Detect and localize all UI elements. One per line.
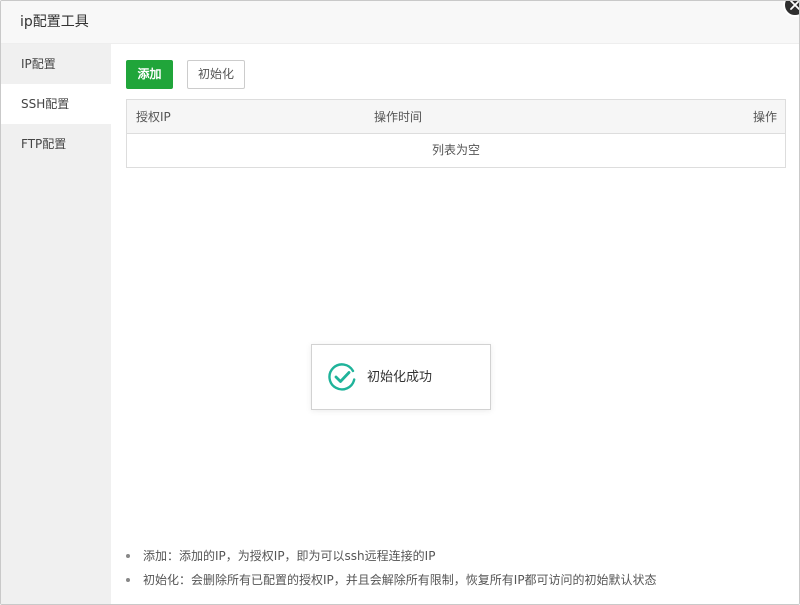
sidebar-item-ftp-config[interactable]: FTP配置 — [1, 124, 111, 164]
authorized-ip-table: 授权IP 操作时间 操作 列表为空 — [126, 99, 786, 168]
sidebar-item-ssh-config[interactable]: SSH配置 — [1, 84, 111, 124]
help-notes: 添加：添加的IP，为授权IP，即为可以ssh远程连接的IP 初始化：会删除所有已… — [126, 544, 786, 592]
success-toast: 初始化成功 — [311, 344, 491, 410]
note-item: 添加：添加的IP，为授权IP，即为可以ssh远程连接的IP — [126, 544, 786, 568]
table-empty-row: 列表为空 — [431, 143, 480, 157]
main-panel: 添加 初始化 授权IP 操作时间 操作 列表为空 初始化成功 添加：添加的IP，… — [111, 44, 799, 604]
sidebar: IP配置 SSH配置 FTP配置 — [1, 44, 111, 604]
column-header-authorized-ip: 授权IP — [136, 110, 171, 124]
dialog-title: ip配置工具 — [20, 14, 89, 30]
initialize-button[interactable]: 初始化 — [187, 60, 245, 89]
dialog-titlebar: ip配置工具 — [1, 1, 799, 44]
column-header-operation-time: 操作时间 — [374, 110, 423, 124]
toast-message: 初始化成功 — [367, 370, 433, 385]
note-item: 初始化：会删除所有已配置的授权IP，并且会解除所有限制，恢复所有IP都可访问的初… — [126, 568, 786, 592]
check-circle-icon — [328, 363, 356, 391]
ip-config-dialog: ip配置工具 IP配置 SSH配置 FTP配置 添加 初始化 授权IP 操作时间… — [0, 0, 800, 605]
add-button[interactable]: 添加 — [126, 60, 173, 89]
table-header: 授权IP 操作时间 操作 — [127, 100, 785, 134]
close-icon — [790, 1, 799, 10]
sidebar-item-ip-config[interactable]: IP配置 — [1, 44, 111, 84]
column-header-operation: 操作 — [752, 110, 777, 124]
